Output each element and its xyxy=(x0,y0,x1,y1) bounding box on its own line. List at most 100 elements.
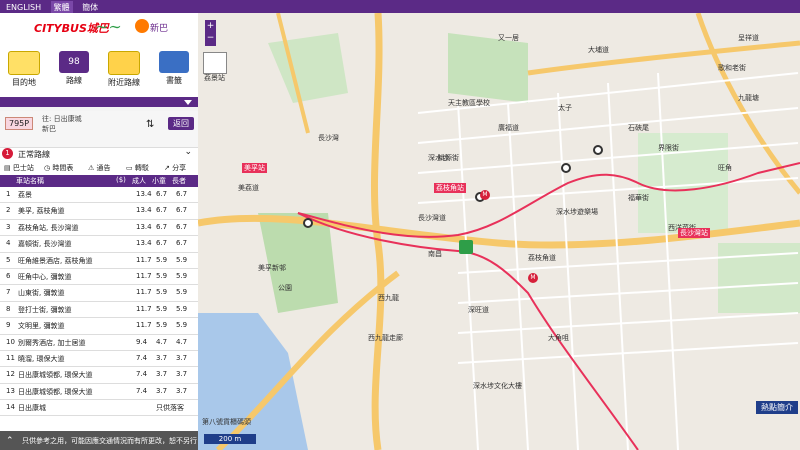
disclaimer-bar: ⌃ 只供參考之用，可能因應交通情況而有所更改，恕不另行 xyxy=(0,431,198,450)
table-row[interactable]: 4 嘉頓街, 長沙灣道 13.4 6.7 6.7 xyxy=(0,236,198,253)
cell-senior: 5.9 xyxy=(176,255,188,264)
cell-senior: 4.7 xyxy=(176,337,188,346)
table-row[interactable]: 7 山東街, 彌敦道 11.7 5.9 5.9 xyxy=(0,285,198,302)
table-row[interactable]: 2 美孚, 荔枝角道 13.4 6.7 6.7 xyxy=(0,203,198,220)
cell-senior: 3.7 xyxy=(176,386,188,395)
table-row[interactable]: 8 登打士街, 彌敦道 11.7 5.9 5.9 xyxy=(0,302,198,319)
cell-child: 3.7 xyxy=(156,353,168,362)
scale-bar: 200 m xyxy=(204,434,256,444)
map-label: 深水埗 xyxy=(428,154,449,162)
layers-icon[interactable] xyxy=(203,52,227,74)
map-label: 太子 xyxy=(558,104,572,112)
table-row[interactable]: 14 日出康城 只供落客 xyxy=(0,400,198,417)
tab-route[interactable]: 98 路線 xyxy=(54,51,94,86)
cell-senior: 6.7 xyxy=(176,239,188,248)
swoosh-logo: ∼∼ xyxy=(95,17,122,36)
nwfb-logo-icon xyxy=(135,19,149,33)
stop-tag[interactable]: 長沙灣站 xyxy=(678,228,710,238)
stop-tag[interactable]: 荔枝角站 xyxy=(434,183,466,193)
bus-stop-button[interactable]: ▤ 巴士站 xyxy=(4,163,34,173)
table-row[interactable]: 1 荔景 13.4 6.7 6.7 xyxy=(0,187,198,204)
map-label: 旺角 xyxy=(718,164,732,172)
language-bar: ENGLISH 繁體 簡体 xyxy=(0,0,800,14)
cell-no: 5 xyxy=(6,255,11,264)
map-label: 長沙灣 xyxy=(318,134,339,142)
notice-button[interactable]: ⚠ 通告 xyxy=(88,163,111,173)
cell-senior: 6.7 xyxy=(176,190,188,198)
cell-adult: 11.7 xyxy=(136,271,152,280)
table-header: 車站名稱 ($) 成人 小童 長者 xyxy=(0,175,198,187)
cell-no: 14 xyxy=(6,403,15,412)
share-button[interactable]: ↗ 分享 xyxy=(164,163,186,173)
route-header: 795P 往: 日出康城 新巴 ⇅ 返回 xyxy=(0,111,198,148)
cell-adult: 11.7 xyxy=(136,321,152,330)
cell-adult: 9.4 xyxy=(136,337,148,346)
destination-icon xyxy=(8,51,40,75)
tab-destination[interactable]: 目的地 xyxy=(4,51,44,88)
selected-bar xyxy=(0,97,198,107)
table-row[interactable]: 10 別爾秀酒店, 加士居道 9.4 4.7 4.7 xyxy=(0,335,198,351)
map-label: 深旺道 xyxy=(468,306,489,314)
direction-selector[interactable]: 1 正常路線 ⌄ xyxy=(0,147,198,162)
map-canvas[interactable]: 大埔道 又一居 歌和老街 桃源街 長沙灣道 深水埗遊樂場 荔枝角道 旺角 九龍塘… xyxy=(198,13,800,450)
cell-adult: 13.4 xyxy=(136,222,152,231)
map-label: 深水埗遊樂場 xyxy=(556,208,598,216)
chevron-up-icon[interactable]: ⌃ xyxy=(6,436,14,446)
cell-no: 11 xyxy=(6,353,15,362)
mode-tabs: 目的地 98 路線 附近路線 書籤 xyxy=(0,45,198,97)
map-label: 福華街 xyxy=(628,194,649,202)
cell-senior: 5.9 xyxy=(176,271,188,280)
cell-senior: 5.9 xyxy=(176,304,188,313)
hotspots-button[interactable]: 熱點簡介 xyxy=(756,401,798,414)
locate-icon[interactable] xyxy=(459,240,473,254)
cell-no: 1 xyxy=(6,190,11,198)
interchange-button[interactable]: ▭ 轉駁 xyxy=(126,163,149,173)
cell-no: 13 xyxy=(6,386,15,395)
cell-name: 荔景 xyxy=(18,191,32,199)
cell-name: 文明里, 彌敦道 xyxy=(18,322,65,331)
zoom-control[interactable]: + − xyxy=(205,20,216,46)
direction-index: 1 xyxy=(2,148,13,159)
cell-adult: 13.4 xyxy=(136,190,152,198)
tab-bookmark[interactable]: 書籤 xyxy=(154,51,194,86)
cell-no: 8 xyxy=(6,304,11,313)
table-row[interactable]: 11 曉溜, 環保大道 7.4 3.7 3.7 xyxy=(0,351,198,368)
cell-child: 6.7 xyxy=(156,190,168,198)
map-label: 歌和老街 xyxy=(718,64,746,72)
table-row[interactable]: 3 荔枝角站, 長沙灣道 13.4 6.7 6.7 xyxy=(0,220,198,237)
table-row[interactable]: 5 旺角維景酒店, 荔枝角道 11.7 5.9 5.9 xyxy=(0,253,198,269)
cell-name: 登打士街, 彌敦道 xyxy=(18,305,72,314)
toolbar: ▤ 巴士站 ◷ 時間表 ⚠ 通告 ▭ 轉駁 ↗ 分享 xyxy=(0,161,198,176)
cell-name: 山東街, 彌敦道 xyxy=(18,289,65,298)
timetable-button[interactable]: ◷ 時間表 xyxy=(44,163,73,173)
map-label: 荔景站 xyxy=(204,74,225,82)
nearby-icon xyxy=(108,51,140,75)
stop-list: 1 荔景 13.4 6.7 6.7 2 美孚, 荔枝角道 13.4 6.7 6.7 3 荔枝角站, 長… xyxy=(0,187,198,417)
cell-name: 旺角維景酒店, 荔枝角道 xyxy=(18,256,93,265)
cell-adult: 11.7 xyxy=(136,255,152,264)
chevron-down-icon[interactable] xyxy=(184,100,192,105)
table-row[interactable]: 12 日出康城領都, 環保大道 7.4 3.7 3.7 xyxy=(0,367,198,384)
swap-direction-icon[interactable]: ⇅ xyxy=(146,119,154,130)
map-label: 天主教區學校 xyxy=(448,99,490,107)
tab-nearby[interactable]: 附近路線 xyxy=(104,51,144,88)
cell-child: 5.9 xyxy=(156,321,168,330)
stop-tag[interactable]: 美孚站 xyxy=(242,163,267,173)
map-label: 又一居 xyxy=(498,34,519,42)
map-label: 公園 xyxy=(278,284,292,292)
nwfb-logo-text: 新巴 xyxy=(150,24,169,34)
route-number: 795P xyxy=(5,117,34,130)
cell-senior: 5.9 xyxy=(176,288,188,297)
map-label: 美荔道 xyxy=(238,184,259,192)
cell-adult: 13.4 xyxy=(136,206,152,215)
cell-adult: 7.4 xyxy=(136,386,148,395)
back-button[interactable]: 返回 xyxy=(168,117,194,130)
table-row[interactable]: 6 旺角中心, 彌敦道 11.7 5.9 5.9 xyxy=(0,269,198,286)
cell-no: 2 xyxy=(6,206,11,215)
cell-adult: 7.4 xyxy=(136,353,148,362)
cell-name: 荔枝角站, 長沙灣道 xyxy=(18,223,79,232)
chevron-down-icon: ⌄ xyxy=(184,147,192,157)
table-row[interactable]: 13 日出康城領都, 環保大道 7.4 3.7 3.7 xyxy=(0,384,198,401)
cell-no: 3 xyxy=(6,222,11,231)
table-row[interactable]: 9 文明里, 彌敦道 11.7 5.9 5.9 xyxy=(0,318,198,335)
